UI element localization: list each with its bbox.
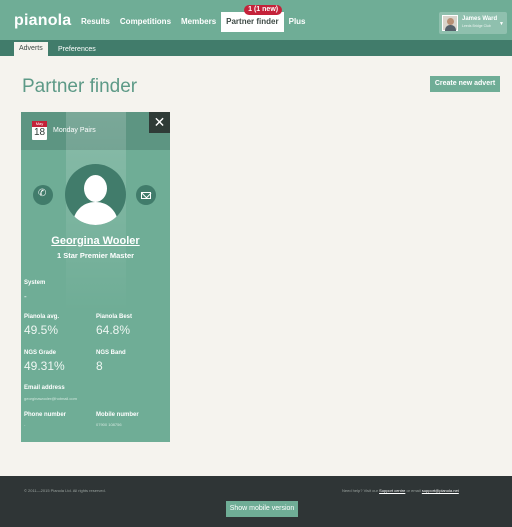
ngs-grade-label: NGS Grade xyxy=(24,350,57,356)
mobile-value: 07900 108756 xyxy=(96,422,122,427)
show-mobile-version-button[interactable]: Show mobile version xyxy=(226,501,298,517)
ngs-band-label: NGS Band xyxy=(96,350,126,356)
user-menu[interactable]: James Ward Leeds Bridge Club ▼ xyxy=(439,12,507,34)
copyright-text: © 2011—2015 Pianola Ltd. All rights rese… xyxy=(24,488,106,493)
email-button[interactable] xyxy=(136,185,156,205)
create-new-advert-button[interactable]: Create new advert xyxy=(430,76,500,92)
advert-card: May 18 Monday Pairs ✕ ✆ Georgina Wooler … xyxy=(21,112,170,442)
event-name: Monday Pairs xyxy=(53,127,96,134)
pianola-logo[interactable]: pianola xyxy=(14,12,71,30)
phone-value: - xyxy=(24,422,26,427)
pianola-avg-value: 49.5% xyxy=(24,323,59,337)
nav-members[interactable]: Members xyxy=(176,16,221,32)
profile-body xyxy=(73,202,118,225)
mobile-label: Mobile number xyxy=(96,412,139,418)
nav-results[interactable]: Results xyxy=(76,16,115,32)
phone-icon: ✆ xyxy=(38,188,47,199)
envelope-icon xyxy=(141,192,151,199)
nav-plus[interactable]: Plus xyxy=(284,16,311,32)
footer: © 2011—2015 Pianola Ltd. All rights rese… xyxy=(0,476,512,527)
nav-partner-finder[interactable]: Partner finder 1 (1 new) xyxy=(221,5,284,32)
nav-partner-finder-label: Partner finder xyxy=(226,17,279,26)
ngs-band-value: 8 xyxy=(96,359,103,373)
player-rank: 1 Star Premier Master xyxy=(56,251,135,260)
calendar-icon: May 18 xyxy=(32,121,47,140)
calendar-day: 18 xyxy=(33,127,46,138)
user-club: Leeds Bridge Club xyxy=(462,24,491,28)
pianola-best-value: 64.8% xyxy=(96,323,131,337)
top-navigation: pianola Results Competitions Members Par… xyxy=(0,0,512,40)
page-title: Partner finder xyxy=(22,76,138,97)
user-name: James Ward xyxy=(462,16,498,22)
email-value[interactable]: georginawooler@hotmail.com xyxy=(24,396,77,401)
profile-picture xyxy=(65,164,126,225)
user-avatar xyxy=(442,15,458,31)
pianola-best-label: Pianola Best xyxy=(96,314,133,320)
phone-button[interactable]: ✆ xyxy=(33,185,53,205)
system-label: System xyxy=(24,280,46,286)
help-middle: or email xyxy=(406,488,421,493)
sub-navigation: Adverts Preferences xyxy=(0,40,512,56)
close-icon[interactable]: ✕ xyxy=(149,112,170,133)
system-value: - xyxy=(24,292,27,301)
main-nav: Results Competitions Members Partner fin… xyxy=(76,5,311,32)
nav-competitions[interactable]: Competitions xyxy=(115,16,176,32)
player-name-link[interactable]: Georgina Wooler xyxy=(21,235,170,247)
tab-preferences[interactable]: Preferences xyxy=(53,43,101,56)
ngs-grade-value: 49.31% xyxy=(24,359,65,373)
new-adverts-badge: 1 (1 new) xyxy=(244,5,283,15)
pianola-avg-label: Pianola avg. xyxy=(24,314,60,320)
chevron-down-icon: ▼ xyxy=(499,21,504,27)
email-label: Email address xyxy=(24,385,65,391)
tab-adverts[interactable]: Adverts xyxy=(14,42,48,56)
support-email-link[interactable]: support@pianola.net xyxy=(422,488,459,493)
help-text: Need help? Visit our Support centre or e… xyxy=(342,488,459,493)
help-prefix: Need help? Visit our xyxy=(342,488,378,493)
profile-head xyxy=(84,175,107,202)
support-centre-link[interactable]: Support centre xyxy=(379,488,405,493)
phone-label: Phone number xyxy=(24,412,67,418)
